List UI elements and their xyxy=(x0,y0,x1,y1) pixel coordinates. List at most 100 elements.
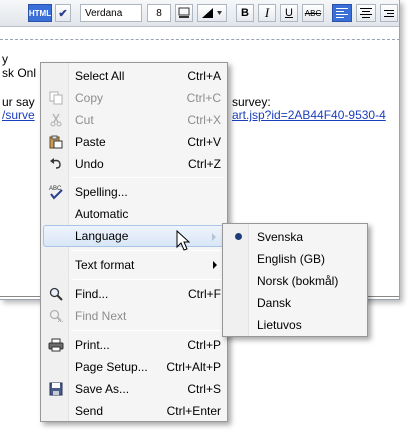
menu-item-text-format[interactable]: Text format xyxy=(43,254,225,276)
check-icon: ✔ xyxy=(58,7,68,20)
menu-item-label: Language xyxy=(75,229,129,243)
copy-icon xyxy=(48,90,64,106)
menu-item-automatic[interactable]: Automatic xyxy=(43,203,225,225)
font-size-value: 8 xyxy=(156,7,162,19)
menu-item-paste[interactable]: Paste Ctrl+V xyxy=(43,131,225,153)
paste-icon xyxy=(48,134,64,150)
ruler xyxy=(0,28,399,40)
italic-label: I xyxy=(264,5,270,20)
language-option-label: Norsk (bokmål) xyxy=(257,274,339,288)
menu-item-label: Text format xyxy=(75,258,135,272)
menu-item-select-all[interactable]: Select All Ctrl+A xyxy=(43,65,225,87)
align-center-icon xyxy=(360,8,372,18)
menu-item-label: Select All xyxy=(75,69,125,83)
menu-item-label: Find... xyxy=(75,287,109,301)
underline-button[interactable]: U xyxy=(280,4,298,22)
align-right-icon xyxy=(384,9,394,17)
menu-item-shortcut: Ctrl+A xyxy=(187,69,221,83)
menu-item-shortcut: Ctrl+Z xyxy=(188,157,221,171)
menu-item-label: Find Next xyxy=(75,309,127,323)
italic-button[interactable]: I xyxy=(258,4,276,22)
html-mode-label: HTML xyxy=(28,8,52,18)
font-family-select[interactable]: Verdana xyxy=(80,4,142,22)
menu-item-shortcut: Ctrl+X xyxy=(187,113,221,127)
mouse-cursor-icon xyxy=(176,230,191,251)
menu-separator xyxy=(71,250,223,251)
menu-item-shortcut: Ctrl+P xyxy=(187,338,221,352)
menu-item-label: Spelling... xyxy=(75,185,128,199)
menu-item-shortcut: Ctrl+S xyxy=(187,382,221,396)
underline-label: U xyxy=(285,7,293,19)
menu-item-shortcut: Ctrl+F xyxy=(188,287,221,301)
align-left-button[interactable] xyxy=(332,4,352,22)
bold-button[interactable]: B xyxy=(236,4,254,22)
language-option-lietuvos[interactable]: Lietuvos xyxy=(225,314,365,336)
font-family-value: Verdana xyxy=(85,7,123,19)
menu-item-shortcut: Ctrl+V xyxy=(187,135,221,149)
submenu-arrow-icon xyxy=(212,233,216,241)
menu-item-shortcut: Ctrl+C xyxy=(186,91,221,105)
text-color-button[interactable] xyxy=(197,4,227,22)
menu-separator xyxy=(71,177,223,178)
menu-item-cut[interactable]: Cut Ctrl+X xyxy=(43,109,225,131)
survey-link[interactable]: art.jsp?id=2AB44F40-9530-4 xyxy=(232,108,386,122)
radio-selected-icon xyxy=(235,233,242,240)
print-icon xyxy=(48,337,64,353)
language-option-label: Svenska xyxy=(257,230,304,244)
menu-item-find[interactable]: Find... Ctrl+F xyxy=(43,283,225,305)
language-option-norsk[interactable]: Norsk (bokmål) xyxy=(225,270,365,292)
language-option-label: Lietuvos xyxy=(257,318,302,332)
menu-separator xyxy=(71,330,223,331)
menu-item-copy[interactable]: Copy Ctrl+C xyxy=(43,87,225,109)
menu-item-shortcut: Ctrl+Enter xyxy=(166,404,221,418)
menu-item-label: Save As... xyxy=(75,382,130,396)
highlight-color-button[interactable] xyxy=(175,4,193,22)
submenu-arrow-icon xyxy=(213,261,217,269)
language-option-dansk[interactable]: Dansk xyxy=(225,292,365,314)
menu-item-shortcut: Ctrl+Alt+P xyxy=(166,360,221,374)
menu-item-label: Print... xyxy=(75,338,110,352)
menu-item-label: Automatic xyxy=(75,207,129,221)
language-submenu: Svenska English (GB) Norsk (bokmål) Dans… xyxy=(222,223,368,337)
menu-item-language[interactable]: Language xyxy=(43,225,225,247)
cut-icon xyxy=(48,112,64,128)
menu-item-label: Copy xyxy=(75,91,104,105)
format-toolbar: HTML ✔ Verdana 8 B I U ABC xyxy=(0,0,399,27)
menu-item-spelling[interactable]: ABC Spelling... xyxy=(43,181,225,203)
menu-item-label: Cut xyxy=(75,113,94,127)
menu-item-undo[interactable]: Undo Ctrl+Z xyxy=(43,153,225,175)
strikethrough-button[interactable]: ABC xyxy=(302,4,324,22)
menu-item-label: Send xyxy=(75,404,104,418)
text-color-icon xyxy=(202,8,222,18)
find-icon xyxy=(48,286,64,302)
body-text-line: ur say xyxy=(2,95,35,109)
context-menu: Select All Ctrl+A Copy Ctrl+C Cut Ctrl+X… xyxy=(40,62,228,422)
language-option-english-gb[interactable]: English (GB) xyxy=(225,248,365,270)
highlight-icon xyxy=(178,7,190,18)
menu-item-label: Paste xyxy=(75,135,106,149)
language-option-svenska[interactable]: Svenska xyxy=(225,226,365,248)
font-size-select[interactable]: 8 xyxy=(147,4,171,22)
find-next-icon xyxy=(48,308,64,324)
menu-item-send[interactable]: Send Ctrl+Enter xyxy=(43,400,225,422)
spellcheck-button[interactable]: ✔ xyxy=(55,4,71,22)
language-option-label: English (GB) xyxy=(257,252,326,266)
align-left-icon xyxy=(336,8,348,18)
survey-link[interactable]: /surve xyxy=(2,108,35,122)
menu-item-find-next[interactable]: Find Next xyxy=(43,305,225,327)
menu-item-page-setup[interactable]: Page Setup... Ctrl+Alt+P xyxy=(43,356,225,378)
align-center-button[interactable] xyxy=(356,4,376,22)
menu-item-save-as[interactable]: Save As... Ctrl+S xyxy=(43,378,225,400)
menu-separator xyxy=(71,279,223,280)
menu-item-label: Page Setup... xyxy=(75,360,148,374)
bold-label: B xyxy=(241,7,249,19)
body-text-line: survey: xyxy=(232,95,271,109)
language-option-label: Dansk xyxy=(257,296,292,310)
body-text-line: sk Onl xyxy=(2,66,37,80)
menu-item-label: Undo xyxy=(75,157,104,171)
align-right-button[interactable] xyxy=(380,4,398,22)
body-text-line: y xyxy=(2,52,8,66)
strikethrough-label: ABC xyxy=(304,8,322,18)
html-mode-button[interactable]: HTML xyxy=(28,4,52,22)
menu-item-print[interactable]: Print... Ctrl+P xyxy=(43,334,225,356)
